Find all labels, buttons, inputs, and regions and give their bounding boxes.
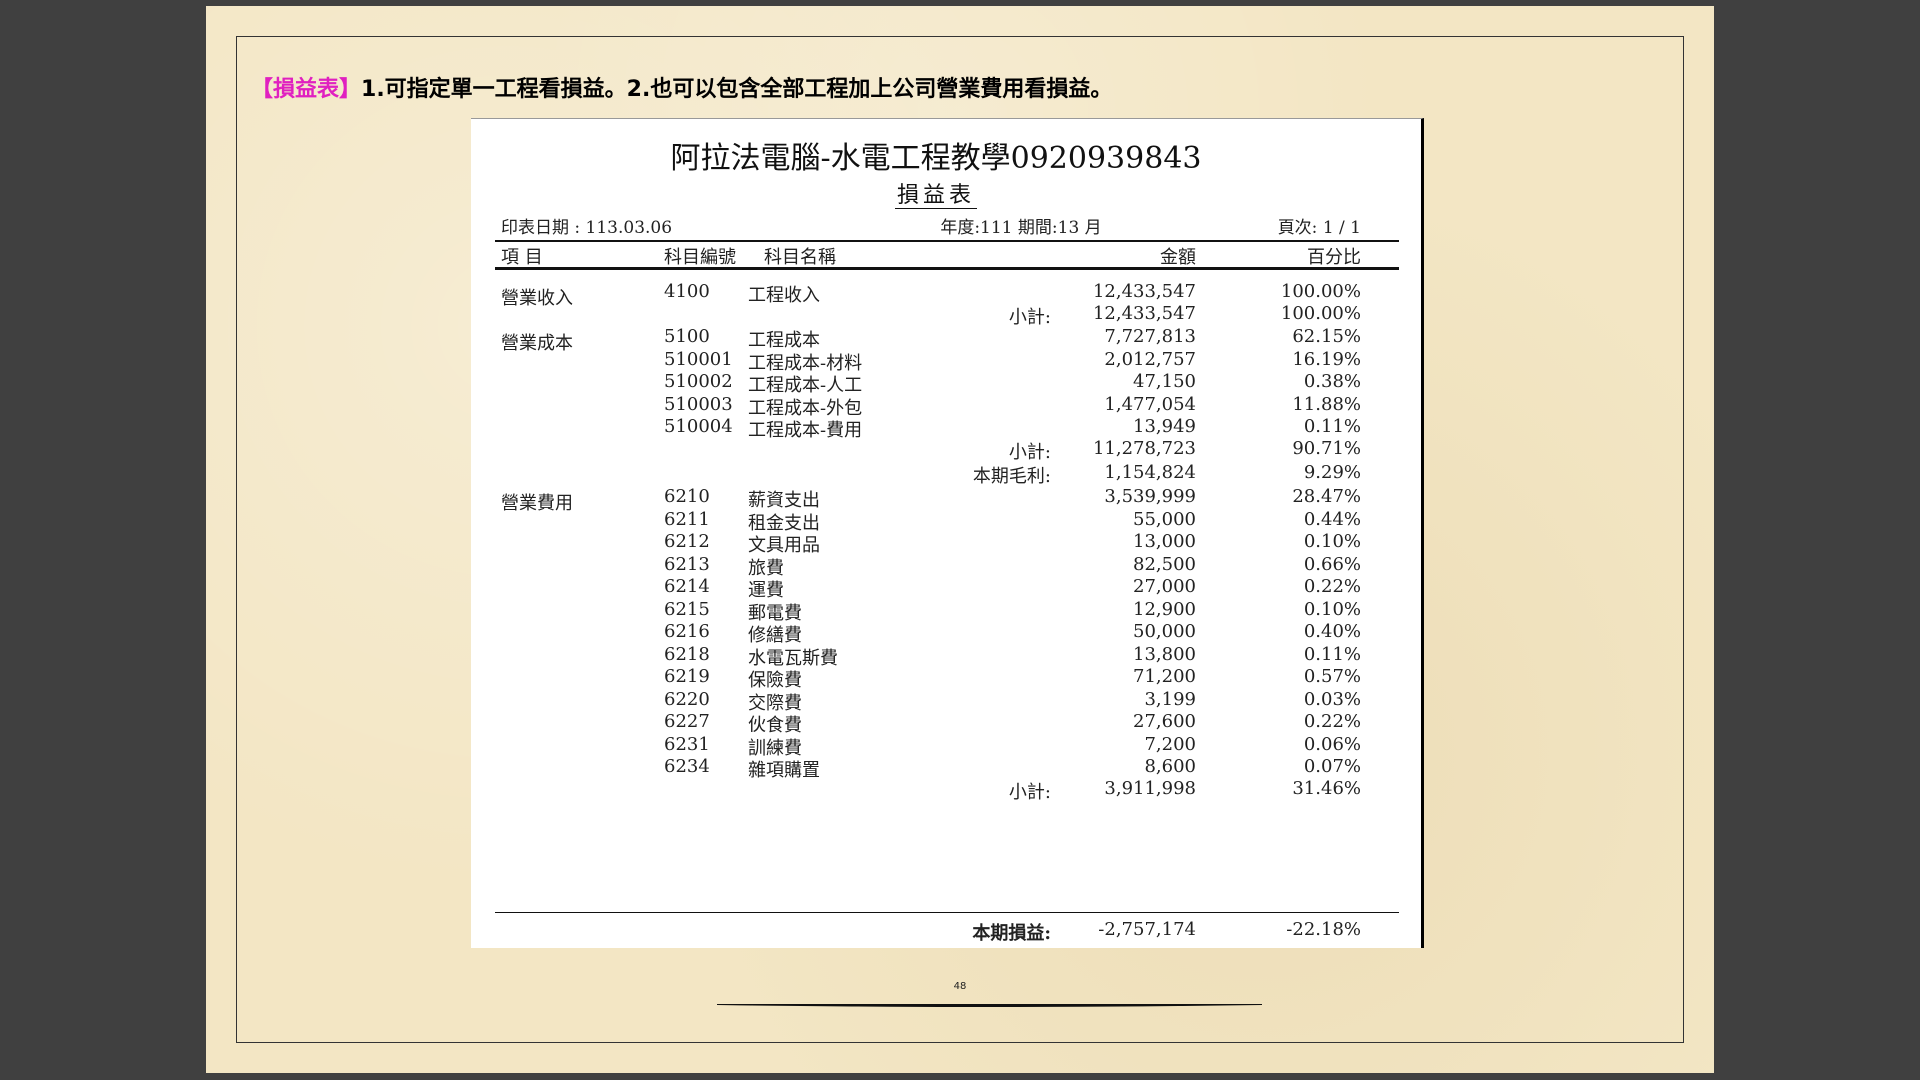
row-percent: 0.57% — [1303, 666, 1361, 687]
row-percent: 0.06% — [1303, 734, 1361, 755]
row-amount: 12,433,547 — [1092, 303, 1196, 324]
row-code: 510002 — [664, 371, 733, 392]
row-percent: 90.71% — [1292, 438, 1361, 459]
row-percent: 0.40% — [1303, 621, 1361, 642]
report-sheet: 阿拉法電腦-水電工程教學0920939843 損益表 印表日期 : 113.03… — [471, 118, 1424, 948]
row-category: 營業成本 — [501, 333, 573, 354]
row-code: 510004 — [664, 416, 733, 437]
row-percent: 0.11% — [1303, 416, 1361, 437]
row-code: 5100 — [664, 326, 710, 347]
row-percent: 0.03% — [1303, 689, 1361, 710]
row-amount: 27,000 — [1133, 576, 1196, 597]
row-amount: 12,433,547 — [1092, 281, 1196, 302]
row-amount: 2,012,757 — [1104, 349, 1196, 370]
row-category: 營業收入 — [501, 288, 573, 309]
row-code: 6215 — [664, 599, 710, 620]
row-code: 6210 — [664, 486, 710, 507]
row-amount: 82,500 — [1133, 554, 1196, 575]
row-code: 6212 — [664, 531, 710, 552]
row-code: 6214 — [664, 576, 710, 597]
row-code: 6227 — [664, 711, 710, 732]
company-title: 阿拉法電腦-水電工程教學0920939843 — [670, 141, 1202, 176]
col-header-name: 科目名稱 — [764, 247, 836, 268]
row-amount: 1,154,824 — [1104, 462, 1196, 483]
row-amount: 27,600 — [1133, 711, 1196, 732]
row-percent: 31.46% — [1292, 778, 1361, 799]
col-header-item: 項 目 — [501, 247, 543, 268]
row-code: 6213 — [664, 554, 710, 575]
row-amount: 3,539,999 — [1104, 486, 1196, 507]
row-code: 6218 — [664, 644, 710, 665]
row-percent: 0.22% — [1303, 576, 1361, 597]
slide-page: 【損益表】1.可指定單一工程看損益。2.也可以包含全部工程加上公司營業費用看損益… — [206, 6, 1714, 1073]
row-percent: 100.00% — [1280, 281, 1361, 302]
row-amount: 13,800 — [1133, 644, 1196, 665]
col-header-amount: 金額 — [1160, 247, 1196, 268]
row-amount: 13,949 — [1133, 416, 1196, 437]
slide-frame: 【損益表】1.可指定單一工程看損益。2.也可以包含全部工程加上公司營業費用看損益… — [236, 36, 1684, 1043]
report-period: 年度:111 期間:13 月 — [940, 218, 1102, 238]
col-header-code: 科目編號 — [664, 247, 736, 268]
row-amount: 8,600 — [1144, 756, 1196, 777]
col-header-percent: 百分比 — [1307, 247, 1361, 268]
row-category: 營業費用 — [501, 493, 573, 514]
heading-text: 1.可指定單一工程看損益。2.也可以包含全部工程加上公司營業費用看損益。 — [361, 77, 1113, 102]
row-amount: 50,000 — [1133, 621, 1196, 642]
row-amount: 12,900 — [1133, 599, 1196, 620]
row-code: 6211 — [664, 509, 710, 530]
row-percent: 0.10% — [1303, 531, 1361, 552]
row-percent: 0.38% — [1303, 371, 1361, 392]
header-top-rule — [495, 240, 1399, 242]
row-percent: 11.88% — [1292, 394, 1361, 415]
row-amount: 7,727,813 — [1104, 326, 1196, 347]
row-percent: 0.44% — [1303, 509, 1361, 530]
row-amount: 71,200 — [1133, 666, 1196, 687]
row-code: 6220 — [664, 689, 710, 710]
footer-divider — [717, 1004, 1262, 1007]
row-code: 6219 — [664, 666, 710, 687]
page-number: 48 — [953, 981, 967, 992]
row-percent: 0.22% — [1303, 711, 1361, 732]
row-amount: 3,911,998 — [1104, 778, 1196, 799]
row-percent: 62.15% — [1292, 326, 1361, 347]
row-percent: 16.19% — [1292, 349, 1361, 370]
total-amount: -2,757,174 — [1098, 919, 1196, 940]
slide-heading: 【損益表】1.可指定單一工程看損益。2.也可以包含全部工程加上公司營業費用看損益… — [251, 71, 1112, 103]
row-amount: 1,477,054 — [1104, 394, 1196, 415]
total-rule — [495, 912, 1399, 913]
row-amount: 47,150 — [1133, 371, 1196, 392]
row-percent: 28.47% — [1292, 486, 1361, 507]
total-percent: -22.18% — [1286, 919, 1361, 940]
row-percent: 0.66% — [1303, 554, 1361, 575]
row-code: 510003 — [664, 394, 733, 415]
row-code: 6231 — [664, 734, 710, 755]
header-bottom-rule — [495, 267, 1399, 270]
heading-tag: 【損益表】 — [251, 77, 362, 102]
row-code: 510001 — [664, 349, 733, 370]
row-percent: 0.07% — [1303, 756, 1361, 777]
row-amount: 13,000 — [1133, 531, 1196, 552]
row-percent: 0.10% — [1303, 599, 1361, 620]
row-percent: 9.29% — [1303, 462, 1361, 483]
page-counter: 頁次: 1 / 1 — [1277, 218, 1361, 238]
report-title: 損益表 — [894, 183, 977, 209]
row-amount: 55,000 — [1133, 509, 1196, 530]
row-code: 4100 — [664, 281, 710, 302]
row-amount: 7,200 — [1144, 734, 1196, 755]
row-code: 6216 — [664, 621, 710, 642]
row-amount: 11,278,723 — [1092, 438, 1196, 459]
row-code: 6234 — [664, 756, 710, 777]
row-percent: 0.11% — [1303, 644, 1361, 665]
row-percent: 100.00% — [1280, 303, 1361, 324]
row-amount: 3,199 — [1144, 689, 1196, 710]
print-date: 印表日期 : 113.03.06 — [501, 218, 673, 238]
